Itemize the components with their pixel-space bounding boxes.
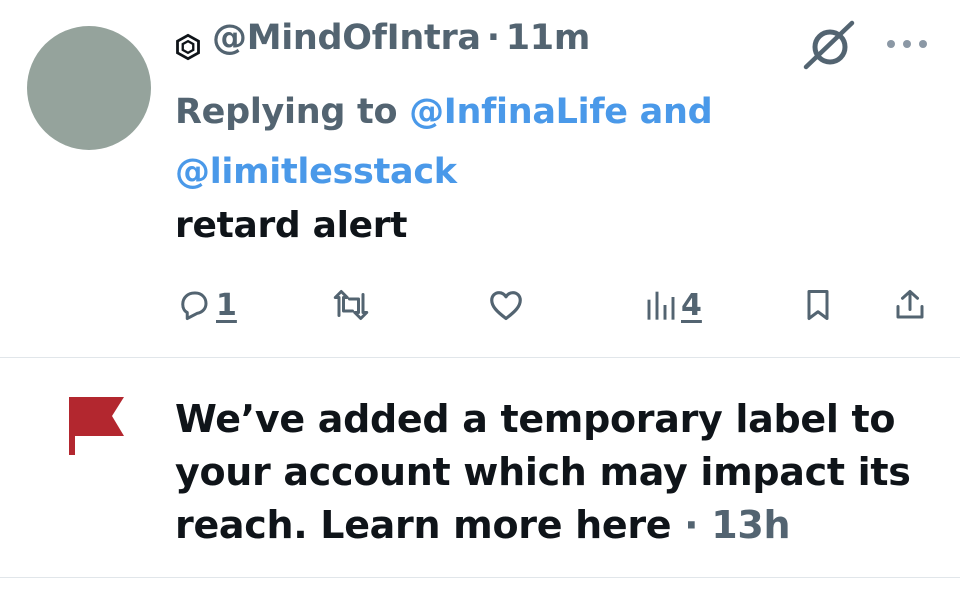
replying-prefix: Replying to — [175, 92, 398, 132]
replying-to: Replying to @InfinaLife and @limitlessta… — [175, 82, 815, 202]
avatar[interactable] — [27, 26, 151, 150]
like-button[interactable] — [487, 283, 525, 327]
reply-icon — [181, 291, 208, 320]
notice-separator: · — [684, 503, 699, 547]
share-button[interactable] — [892, 283, 928, 327]
tweet-text: retard alert — [175, 205, 408, 246]
account-label-notice[interactable]: We’ve added a temporary label to your ac… — [175, 393, 945, 552]
views-icon — [647, 291, 675, 320]
no-entry-icon[interactable] — [800, 20, 858, 72]
reply-button[interactable]: 1 — [176, 283, 237, 327]
notice-time: 13h — [711, 503, 791, 547]
heart-icon — [490, 291, 522, 321]
header-separator: · — [486, 18, 500, 58]
view-count: 4 — [681, 287, 702, 323]
divider — [0, 357, 960, 358]
share-icon — [896, 290, 924, 319]
reply-count: 1 — [216, 287, 237, 323]
bookmark-icon — [807, 290, 829, 320]
more-icon[interactable] — [884, 30, 930, 58]
bookmark-button[interactable] — [800, 283, 836, 327]
reply-conjunction: and — [639, 92, 713, 132]
views-button[interactable]: 4 — [645, 283, 702, 327]
hexagon-badge-icon — [176, 33, 200, 61]
reply-mention-1[interactable]: @InfinaLife — [409, 92, 628, 132]
user-handle[interactable]: @MindOfIntra — [212, 18, 481, 58]
tweet-header: @MindOfIntra · 11m — [212, 18, 590, 58]
retweet-icon — [333, 290, 369, 320]
notice-text: We’ve added a temporary label to your ac… — [175, 397, 911, 547]
flag-icon — [69, 397, 124, 455]
tweet-time[interactable]: 11m — [506, 18, 591, 58]
retweet-button[interactable] — [330, 283, 372, 327]
divider — [0, 577, 960, 578]
reply-mention-2[interactable]: @limitlesstack — [175, 152, 457, 192]
